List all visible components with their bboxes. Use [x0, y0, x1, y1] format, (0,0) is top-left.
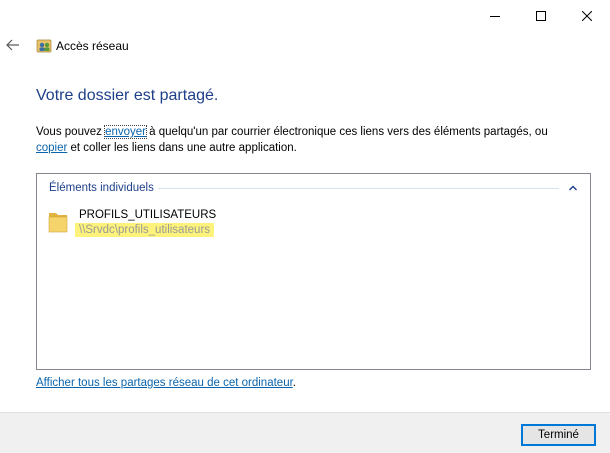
send-link[interactable]: envoyer [104, 125, 147, 139]
close-button[interactable] [564, 0, 610, 32]
minimize-icon [490, 16, 500, 17]
description-text: Vous pouvez envoyer à quelqu'un par cour… [36, 125, 548, 154]
close-icon [582, 11, 592, 21]
maximize-icon [536, 11, 546, 21]
maximize-button[interactable] [518, 0, 564, 32]
back-button[interactable] [2, 34, 24, 56]
list-item[interactable]: PROFILS_UTILISATEURS \\Srvdc\profils_uti… [45, 208, 345, 244]
title-bar [0, 0, 610, 32]
folder-icon [48, 213, 68, 233]
item-network-path: \\Srvdc\profils_utilisateurs [75, 223, 215, 237]
chevron-up-icon[interactable] [567, 182, 579, 194]
group-divider [157, 187, 559, 189]
window-header: Accès réseau [0, 32, 610, 60]
shared-items-list[interactable]: Éléments individuels PROFILS_UTILISATEUR… [36, 173, 591, 370]
minimize-button[interactable] [472, 0, 518, 32]
window-title: Accès réseau [56, 39, 129, 53]
page-heading: Votre dossier est partagé. [36, 87, 219, 104]
bottom-link-row: Afficher tous les partages réseau de cet… [36, 377, 296, 389]
copy-link[interactable]: copier [36, 142, 67, 154]
back-arrow-icon [6, 39, 19, 51]
group-label: Éléments individuels [49, 182, 154, 194]
group-header[interactable]: Éléments individuels [49, 180, 579, 196]
show-all-shares-link[interactable]: Afficher tous les partages réseau de cet… [36, 377, 293, 389]
done-button[interactable]: Terminé [521, 424, 596, 446]
network-sharing-icon [36, 39, 52, 53]
footer-bar: Terminé [0, 412, 610, 453]
item-name: PROFILS_UTILISATEURS [79, 209, 217, 221]
